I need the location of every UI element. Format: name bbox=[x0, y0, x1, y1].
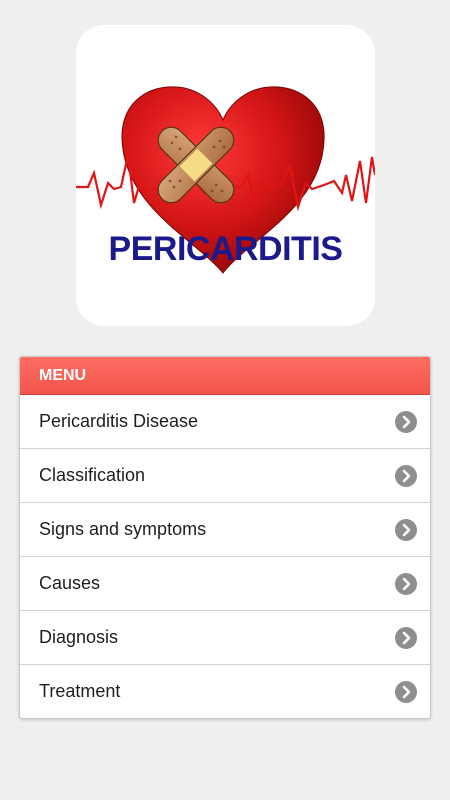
menu-header: MENU bbox=[20, 357, 430, 395]
app-logo: PERICARDITIS bbox=[76, 25, 375, 326]
chevron-right-circle-icon bbox=[395, 518, 417, 541]
menu-item-causes[interactable]: Causes bbox=[20, 557, 430, 611]
chevron-right-circle-icon bbox=[395, 464, 417, 487]
menu-item-label: Diagnosis bbox=[39, 627, 119, 647]
menu-item-classification[interactable]: Classification bbox=[20, 449, 430, 503]
menu-item-treatment[interactable]: Treatment bbox=[20, 665, 430, 718]
logo-title: PERICARDITIS bbox=[108, 230, 343, 268]
menu-item-label: Classification bbox=[39, 465, 146, 485]
menu-item-diagnosis[interactable]: Diagnosis bbox=[20, 611, 430, 665]
chevron-right-circle-icon bbox=[395, 572, 417, 595]
menu-item-label: Pericarditis Disease bbox=[39, 411, 199, 431]
menu-item-pericarditis-disease[interactable]: Pericarditis Disease bbox=[20, 395, 430, 449]
menu-item-label: Signs and symptoms bbox=[39, 519, 207, 539]
heart-with-bandage-icon bbox=[76, 86, 375, 274]
menu-item-label: Causes bbox=[39, 573, 101, 593]
menu-item-signs-and-symptoms[interactable]: Signs and symptoms bbox=[20, 503, 430, 557]
chevron-right-circle-icon bbox=[395, 626, 417, 649]
main-menu: MENU Pericarditis Disease Classification… bbox=[19, 356, 431, 719]
chevron-right-circle-icon bbox=[395, 410, 417, 433]
chevron-right-circle-icon bbox=[395, 680, 417, 703]
menu-item-label: Treatment bbox=[39, 681, 121, 701]
